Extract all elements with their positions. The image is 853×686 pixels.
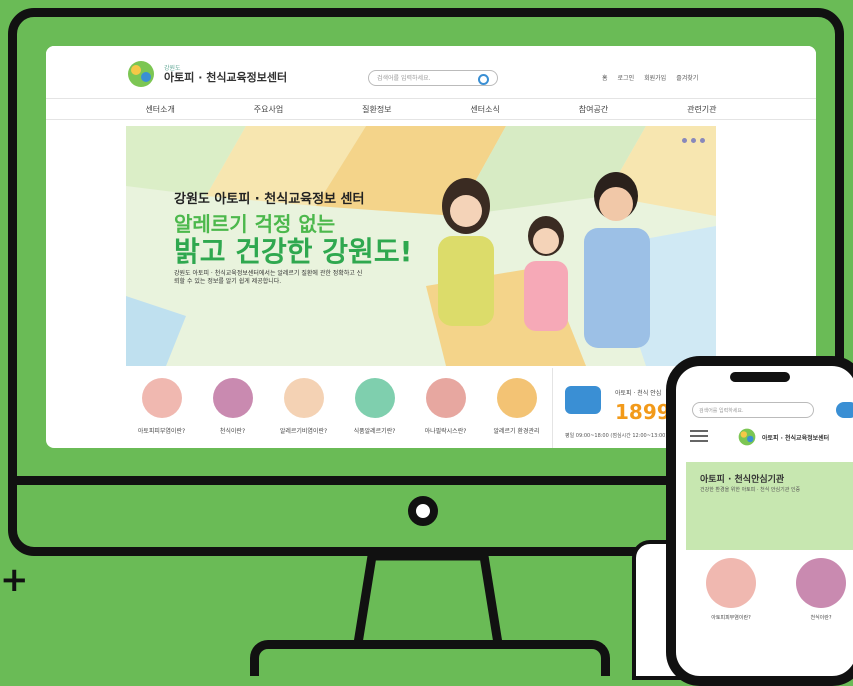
call-note: 평일 09:00~18:00 (점심시간 12:00~13:00) xyxy=(565,433,668,439)
power-button xyxy=(408,496,438,526)
logo-icon xyxy=(738,428,756,446)
nose-icon xyxy=(283,378,324,418)
quick-link-label: 아나필락시스란? xyxy=(424,428,467,435)
hero-family-photo xyxy=(438,172,650,348)
mobile-logo[interactable]: 아토피 · 천식교육정보센터 xyxy=(736,428,829,446)
syringe-icon xyxy=(425,378,466,418)
mobile-quick-link-asthma[interactable]: 천식이란? xyxy=(796,558,846,621)
telephone-icon xyxy=(565,386,601,414)
nav-item-community[interactable]: 참여공간 xyxy=(579,104,608,115)
logo-name: 아토피 · 천식교육정보센터 xyxy=(164,71,288,85)
mobile-quick-links: 아토피피부염이란? 천식이란? xyxy=(686,558,853,621)
search-icon[interactable] xyxy=(478,74,489,85)
nav-item-news[interactable]: 센터소식 xyxy=(470,104,499,115)
site-logo[interactable]: 강원도 아토피 · 천식교육정보센터 xyxy=(124,60,287,88)
quick-link-anaphylaxis[interactable]: 아나필락시스란? xyxy=(415,368,477,448)
phone-notch xyxy=(730,372,790,382)
hero-headline-main: 밝고 건강한 강원도! xyxy=(174,235,413,268)
food-icon xyxy=(354,378,395,418)
plus-icon: + xyxy=(0,560,29,600)
hero-banner: 강원도 아토피 · 천식교육정보 센터 알레르기 걱정 없는 밝고 건강한 강원… xyxy=(126,126,716,366)
slider-dots[interactable] xyxy=(682,138,705,143)
quick-links: 아토피피부염이란? 천식이란? 알레르기비염이란? 식품알레르기란? 아나필락시… xyxy=(126,368,552,448)
mobile-banner-sub: 건강한 환경을 위한 아토피 · 천식 안심기관 인증 xyxy=(700,487,801,493)
quick-link-label: 알레르기 환경관리 xyxy=(493,428,540,435)
call-title: 아토피 · 천식 안심 xyxy=(615,390,662,397)
mobile-quick-link-atopy[interactable]: 아토피피부염이란? xyxy=(706,558,756,621)
quick-link-food[interactable]: 식품알레르기란? xyxy=(344,368,406,448)
util-home[interactable]: 홈 xyxy=(602,73,608,82)
search-placeholder: 검색어를 입력하세요. xyxy=(377,75,431,82)
util-join[interactable]: 회원가입 xyxy=(644,73,666,82)
mobile-search-placeholder: 검색어를 입력하세요. xyxy=(699,408,744,414)
quick-link-rhinitis[interactable]: 알레르기비염이란? xyxy=(273,368,335,448)
lungs-icon xyxy=(796,558,846,608)
site-header: 강원도 아토피 · 천식교육정보센터 검색어를 입력하세요. 홈 로그인 회원가… xyxy=(46,46,816,98)
util-login[interactable]: 로그인 xyxy=(618,73,635,82)
quick-link-label: 식품알레르기란? xyxy=(353,428,396,435)
mobile-quick-label: 아토피피부염이란? xyxy=(711,615,751,621)
house-icon xyxy=(496,378,537,418)
util-bookmark[interactable]: 즐겨찾기 xyxy=(676,73,698,82)
quick-link-label: 알레르기비염이란? xyxy=(279,428,328,435)
mobile-quick-label: 천식이란? xyxy=(810,615,832,621)
atopy-icon xyxy=(706,558,756,608)
logo-icon xyxy=(128,61,154,87)
quick-link-atopy[interactable]: 아토피피부염이란? xyxy=(131,368,193,448)
mobile-logo-name: 아토피 · 천식교육정보센터 xyxy=(762,434,830,442)
nav-item-links[interactable]: 관련기관 xyxy=(687,104,716,115)
search-input[interactable]: 검색어를 입력하세요. xyxy=(368,70,498,86)
mobile-phone: 검색어를 입력하세요. 아토피 · 천식교육정보센터 아토피 · 천식안심기관 … xyxy=(666,356,853,686)
nav-item-disease[interactable]: 질환정보 xyxy=(362,104,391,115)
lungs-icon xyxy=(212,378,253,418)
mobile-banner-title: 아토피 · 천식안심기관 xyxy=(700,475,785,485)
monitor-base xyxy=(250,640,610,676)
mobile-search-input[interactable]: 검색어를 입력하세요. xyxy=(692,402,814,418)
atopy-icon xyxy=(141,378,182,418)
util-menu: 홈 로그인 회원가입 즐겨찾기 xyxy=(602,73,698,82)
hamburger-menu-icon[interactable] xyxy=(690,430,708,445)
mobile-banner[interactable]: 아토피 · 천식안심기관 건강한 환경을 위한 아토피 · 천식 안심기관 인증 xyxy=(686,462,853,550)
main-nav: 센터소개 주요사업 질환정보 센터소식 참여공간 관련기관 xyxy=(46,98,816,120)
mobile-info-button[interactable] xyxy=(836,402,853,418)
hero-description: 강원도 아토피 · 천식교육정보센터에서는 알레르기 질환에 관한 정확하고 신… xyxy=(174,270,363,286)
quick-link-label: 아토피피부염이란? xyxy=(137,428,186,435)
quick-link-environment[interactable]: 알레르기 환경관리 xyxy=(486,368,548,448)
nav-item-projects[interactable]: 주요사업 xyxy=(254,104,283,115)
hero-title: 강원도 아토피 · 천식교육정보 센터 xyxy=(174,192,365,207)
quick-link-asthma[interactable]: 천식이란? xyxy=(202,368,264,448)
nav-item-about[interactable]: 센터소개 xyxy=(145,104,174,115)
quick-link-label: 천식이란? xyxy=(219,428,246,435)
